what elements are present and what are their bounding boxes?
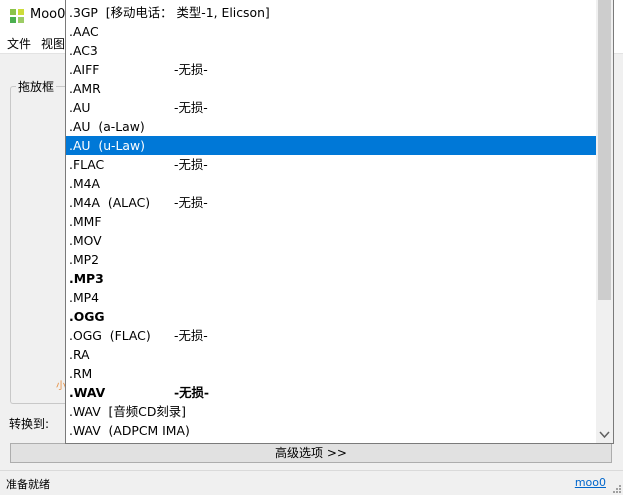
- format-option[interactable]: .AIFF -无损-: [66, 60, 597, 79]
- format-option-label: .AU (a-Law): [69, 119, 145, 134]
- format-option[interactable]: .MMF: [66, 212, 597, 231]
- format-option-label: .M4A: [69, 176, 100, 191]
- format-option-label: .MMF: [69, 214, 102, 229]
- lossless-tag: -无损-: [174, 328, 208, 343]
- lossless-tag: -无损-: [174, 62, 208, 77]
- format-option[interactable]: .WAV -无损-: [66, 383, 597, 402]
- scrollbar-thumb[interactable]: [598, 0, 611, 300]
- format-option-label: .M4A (ALAC): [69, 195, 151, 210]
- format-option-label: .WAV: [69, 385, 106, 400]
- format-option[interactable]: .M4A (ALAC) -无损-: [66, 193, 597, 212]
- format-option[interactable]: .AU (a-Law): [66, 117, 597, 136]
- format-option-label: .MOV: [69, 233, 102, 248]
- format-option[interactable]: .MP2: [66, 250, 597, 269]
- format-option[interactable]: .AMR: [66, 79, 597, 98]
- format-option[interactable]: .M4A: [66, 174, 597, 193]
- menu-file[interactable]: 文件: [7, 35, 31, 52]
- lossless-tag: -无损-: [174, 157, 208, 172]
- status-bar: 准备就绪 moo0: [0, 470, 623, 495]
- lossless-tag: -无损-: [174, 385, 210, 400]
- lossless-tag: -无损-: [174, 100, 208, 115]
- format-option-label: .AC3: [69, 43, 98, 58]
- format-option-label: .AU (u-Law): [69, 138, 145, 153]
- app-icon: [10, 9, 24, 23]
- drop-zone-label: 拖放框: [16, 78, 57, 95]
- resize-grip-icon[interactable]: [611, 483, 621, 493]
- format-option-label: .FLAC: [69, 157, 105, 172]
- format-option[interactable]: .RM: [66, 364, 597, 383]
- format-option-label: .WAV (ADPCM IMA): [69, 423, 190, 438]
- format-option-label: .AMR: [69, 81, 101, 96]
- format-option-label: .RM: [69, 366, 93, 381]
- format-dropdown-list[interactable]: .3GP .3GP [移动电话： 类型-1, Elicson] .AAC .AC3 .A…: [65, 0, 614, 444]
- drop-zone[interactable]: [10, 86, 71, 404]
- format-option[interactable]: .MP3: [66, 269, 597, 288]
- format-option-label: .MP4: [69, 290, 99, 305]
- format-options: .3GP .3GP [移动电话： 类型-1, Elicson] .AAC .AC3 .A…: [66, 0, 597, 440]
- format-option-label: .3GP: [69, 0, 98, 1]
- format-option[interactable]: .OGG (FLAC) -无损-: [66, 326, 597, 345]
- format-option[interactable]: .RA: [66, 345, 597, 364]
- format-option-label: .MP2: [69, 252, 99, 267]
- scroll-down-icon[interactable]: [596, 426, 613, 443]
- window-title: Moo0: [30, 7, 66, 22]
- list-scrollbar[interactable]: [596, 0, 613, 443]
- convert-to-label: 转换到:: [9, 417, 50, 431]
- format-option[interactable]: .MOV: [66, 231, 597, 250]
- format-option[interactable]: .FLAC -无损-: [66, 155, 597, 174]
- advanced-options-button[interactable]: 高级选项 >>: [10, 443, 612, 463]
- format-option-label: .AAC: [69, 24, 99, 39]
- format-option[interactable]: .WAV (ADPCM IMA): [66, 421, 597, 440]
- format-option[interactable]: .AU (u-Law): [66, 136, 597, 155]
- format-option[interactable]: .AAC: [66, 22, 597, 41]
- format-option-label: .AU: [69, 100, 91, 115]
- format-option[interactable]: .WAV [音频CD刻录]: [66, 402, 597, 421]
- moo0-link[interactable]: moo0: [575, 476, 606, 489]
- format-option[interactable]: .AC3: [66, 41, 597, 60]
- format-option[interactable]: .3GP [移动电话： 类型-1, Elicson]: [66, 3, 597, 22]
- lossless-tag: -无损-: [174, 195, 208, 210]
- format-option[interactable]: .AU -无损-: [66, 98, 597, 117]
- format-option-label: .AIFF: [69, 62, 100, 77]
- format-option-label: .3GP [移动电话： 类型-1, Elicson]: [69, 5, 270, 20]
- format-option-label: .WAV [音频CD刻录]: [69, 404, 186, 419]
- format-option-label: .OGG (FLAC): [69, 328, 151, 343]
- format-option-label: .MP3: [69, 271, 104, 286]
- status-text: 准备就绪: [6, 478, 50, 491]
- format-option[interactable]: .MP4: [66, 288, 597, 307]
- format-option-label: .RA: [69, 347, 90, 362]
- format-option[interactable]: .OGG: [66, 307, 597, 326]
- format-option-label: .OGG: [69, 309, 105, 324]
- menu-view[interactable]: 视图: [41, 35, 65, 52]
